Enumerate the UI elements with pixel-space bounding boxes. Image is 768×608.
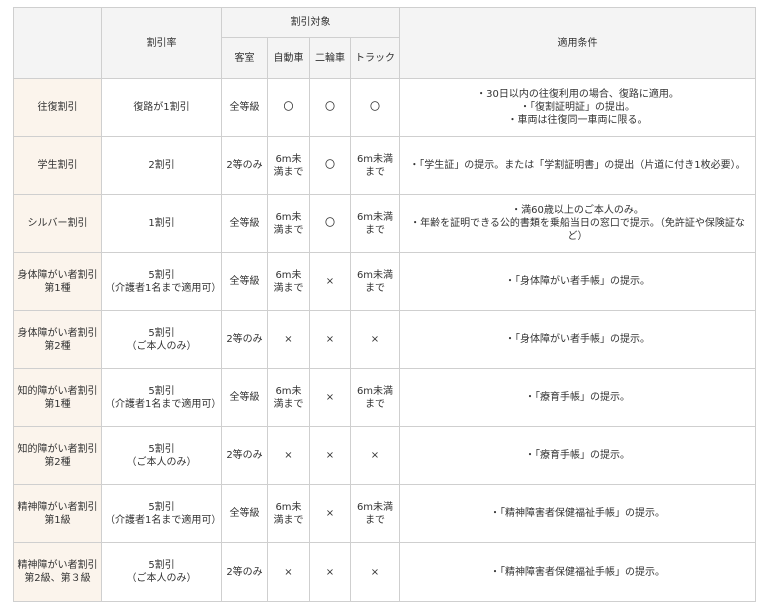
car-applicability: 6m未満まで bbox=[267, 368, 310, 427]
header-discount-rate: 割引率 bbox=[101, 7, 222, 79]
car-applicability: 6m未満まで bbox=[267, 484, 310, 543]
header-car: 自動車 bbox=[267, 37, 310, 79]
discount-table: 割引率 割引対象 適用条件 客室 自動車 二輪車 トラック 往復割引 復路が1割… bbox=[13, 7, 756, 602]
header-guest-room: 客室 bbox=[221, 37, 268, 79]
discount-rate: 5割引 （ご本人のみ） bbox=[101, 310, 222, 369]
header-discount-target: 割引対象 bbox=[221, 7, 400, 38]
table-row: 身体障がい者割引 第2種 5割引 （ご本人のみ） 2等のみ × × × ・「身体… bbox=[13, 310, 756, 369]
truck-applicability: 6m未満まで bbox=[350, 252, 400, 311]
car-applicability: 6m未満まで bbox=[267, 194, 310, 253]
discount-name: 身体障がい者割引 第1種 bbox=[13, 252, 102, 311]
conditions-text: ・「身体障がい者手帳」の提示。 bbox=[399, 310, 756, 369]
motorcycle-applicability: × bbox=[309, 310, 351, 369]
header-motorcycle: 二輪車 bbox=[309, 37, 351, 79]
discount-name: 精神障がい者割引 第2級、第３級 bbox=[13, 542, 102, 602]
conditions-text: ・「療育手帳」の提示。 bbox=[399, 368, 756, 427]
header-truck: トラック bbox=[350, 37, 400, 79]
motorcycle-applicability: × bbox=[309, 252, 351, 311]
table-row: 学生割引 2割引 2等のみ 6m未満まで 〇 6m未満まで ・「学生証」の提示。… bbox=[13, 136, 756, 195]
conditions-text: ・「精神障害者保健福祉手帳」の提示。 bbox=[399, 484, 756, 543]
car-applicability: 6m未満まで bbox=[267, 252, 310, 311]
motorcycle-applicability: × bbox=[309, 484, 351, 543]
truck-applicability: 6m未満まで bbox=[350, 194, 400, 253]
car-applicability: × bbox=[267, 542, 310, 602]
room-applicability: 2等のみ bbox=[221, 426, 268, 485]
truck-applicability: × bbox=[350, 426, 400, 485]
car-applicability: × bbox=[267, 426, 310, 485]
discount-rate: 1割引 bbox=[101, 194, 222, 253]
truck-applicability: 6m未満まで bbox=[350, 484, 400, 543]
truck-applicability: 6m未満まで bbox=[350, 136, 400, 195]
room-applicability: 2等のみ bbox=[221, 542, 268, 602]
motorcycle-applicability: 〇 bbox=[309, 78, 351, 137]
table-row: 往復割引 復路が1割引 全等級 〇 〇 〇 ・30日以内の往復利用の場合、復路に… bbox=[13, 78, 756, 137]
conditions-text: ・満60歳以上のご本人のみ。 ・年齢を証明できる公的書類を乗船当日の窓口で提示。… bbox=[399, 194, 756, 253]
conditions-text: ・「学生証」の提示。または「学割証明書」の提出（片道に付き1枚必要）。 bbox=[399, 136, 756, 195]
truck-applicability: × bbox=[350, 310, 400, 369]
discount-rate: 復路が1割引 bbox=[101, 78, 222, 137]
discount-name: 知的障がい者割引 第1種 bbox=[13, 368, 102, 427]
motorcycle-applicability: × bbox=[309, 368, 351, 427]
conditions-text: ・30日以内の往復利用の場合、復路に適用。 ・「復割証明証」の提出。 ・車両は往… bbox=[399, 78, 756, 137]
room-applicability: 全等級 bbox=[221, 368, 268, 427]
table-row: 知的障がい者割引 第1種 5割引 （介護者1名まで適用可） 全等級 6m未満まで… bbox=[13, 368, 756, 427]
room-applicability: 全等級 bbox=[221, 484, 268, 543]
conditions-text: ・「身体障がい者手帳」の提示。 bbox=[399, 252, 756, 311]
discount-rate: 5割引 （介護者1名まで適用可） bbox=[101, 484, 222, 543]
discount-name: 精神障がい者割引 第1級 bbox=[13, 484, 102, 543]
discount-name: シルバー割引 bbox=[13, 194, 102, 253]
room-applicability: 2等のみ bbox=[221, 310, 268, 369]
table-row: 身体障がい者割引 第1種 5割引 （介護者1名まで適用可） 全等級 6m未満まで… bbox=[13, 252, 756, 311]
conditions-text: ・「精神障害者保健福祉手帳」の提示。 bbox=[399, 542, 756, 602]
discount-rate: 5割引 （ご本人のみ） bbox=[101, 426, 222, 485]
discount-rate: 5割引 （介護者1名まで適用可） bbox=[101, 252, 222, 311]
car-applicability: 6m未満まで bbox=[267, 136, 310, 195]
room-applicability: 全等級 bbox=[221, 78, 268, 137]
truck-applicability: × bbox=[350, 542, 400, 602]
table-row: 精神障がい者割引 第2級、第３級 5割引 （ご本人のみ） 2等のみ × × × … bbox=[13, 542, 756, 602]
room-applicability: 2等のみ bbox=[221, 136, 268, 195]
table-row: 知的障がい者割引 第2種 5割引 （ご本人のみ） 2等のみ × × × ・「療育… bbox=[13, 426, 756, 485]
table-row: 精神障がい者割引 第1級 5割引 （介護者1名まで適用可） 全等級 6m未満まで… bbox=[13, 484, 756, 543]
motorcycle-applicability: 〇 bbox=[309, 194, 351, 253]
motorcycle-applicability: × bbox=[309, 426, 351, 485]
car-applicability: 〇 bbox=[267, 78, 310, 137]
discount-rate: 2割引 bbox=[101, 136, 222, 195]
discount-name: 身体障がい者割引 第2種 bbox=[13, 310, 102, 369]
discount-name: 往復割引 bbox=[13, 78, 102, 137]
header-conditions: 適用条件 bbox=[399, 7, 756, 79]
table-row: シルバー割引 1割引 全等級 6m未満まで 〇 6m未満まで ・満60歳以上のご… bbox=[13, 194, 756, 253]
motorcycle-applicability: 〇 bbox=[309, 136, 351, 195]
discount-name: 学生割引 bbox=[13, 136, 102, 195]
conditions-text: ・「療育手帳」の提示。 bbox=[399, 426, 756, 485]
header-blank-cell bbox=[13, 7, 102, 79]
discount-rate: 5割引 （ご本人のみ） bbox=[101, 542, 222, 602]
discount-name: 知的障がい者割引 第2種 bbox=[13, 426, 102, 485]
truck-applicability: 〇 bbox=[350, 78, 400, 137]
room-applicability: 全等級 bbox=[221, 194, 268, 253]
truck-applicability: 6m未満まで bbox=[350, 368, 400, 427]
car-applicability: × bbox=[267, 310, 310, 369]
discount-table-container: 割引率 割引対象 適用条件 客室 自動車 二輪車 トラック 往復割引 復路が1割… bbox=[13, 7, 756, 602]
discount-rate: 5割引 （介護者1名まで適用可） bbox=[101, 368, 222, 427]
motorcycle-applicability: × bbox=[309, 542, 351, 602]
room-applicability: 全等級 bbox=[221, 252, 268, 311]
